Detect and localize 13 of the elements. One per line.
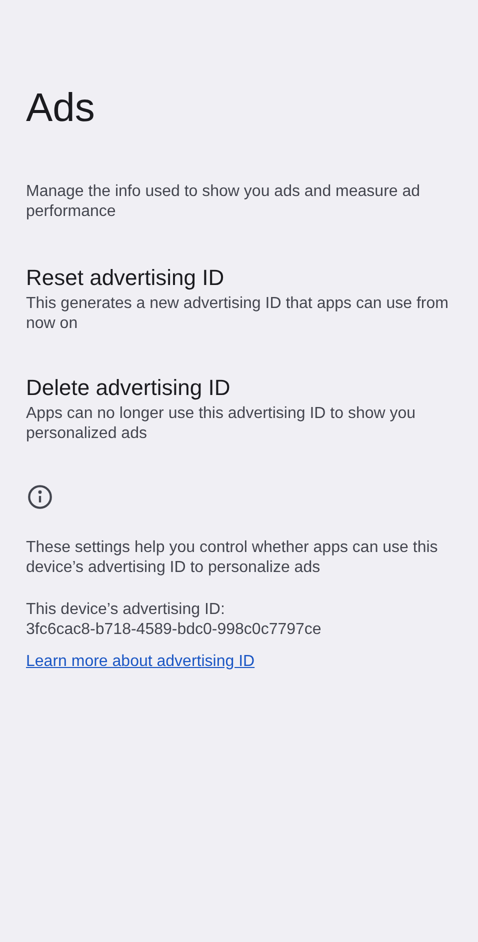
info-text: These settings help you control whether apps can use this device’s advertising ID to personalize ads [26, 538, 439, 578]
item-title: Delete advertising ID [26, 374, 232, 402]
advertising-id-value: 3fc6cac8-b718-4589-bdc0-998c0c7797ce [26, 620, 322, 640]
page-description: Manage the info used to show you ads and measure ad performance [26, 182, 422, 222]
settings-item[interactable]: Delete advertising ID Apps can no longer use this advertising ID to show you personalized ads [26, 374, 452, 444]
advertising-id-label: This device’s advertising ID: [26, 600, 226, 620]
item-summary: Apps can no longer use this advertising ID to show you personalized ads [26, 404, 417, 444]
settings-item[interactable]: Reset advertising ID This generates a new advertising ID that apps can use from now on [26, 264, 452, 334]
item-summary: This generates a new advertising ID that apps can use from now on [26, 294, 450, 334]
learn-more-link[interactable]: Learn more about advertising ID [26, 652, 255, 672]
page-title: Ads [26, 85, 96, 132]
info-icon [27, 484, 53, 510]
item-title: Reset advertising ID [26, 264, 226, 292]
